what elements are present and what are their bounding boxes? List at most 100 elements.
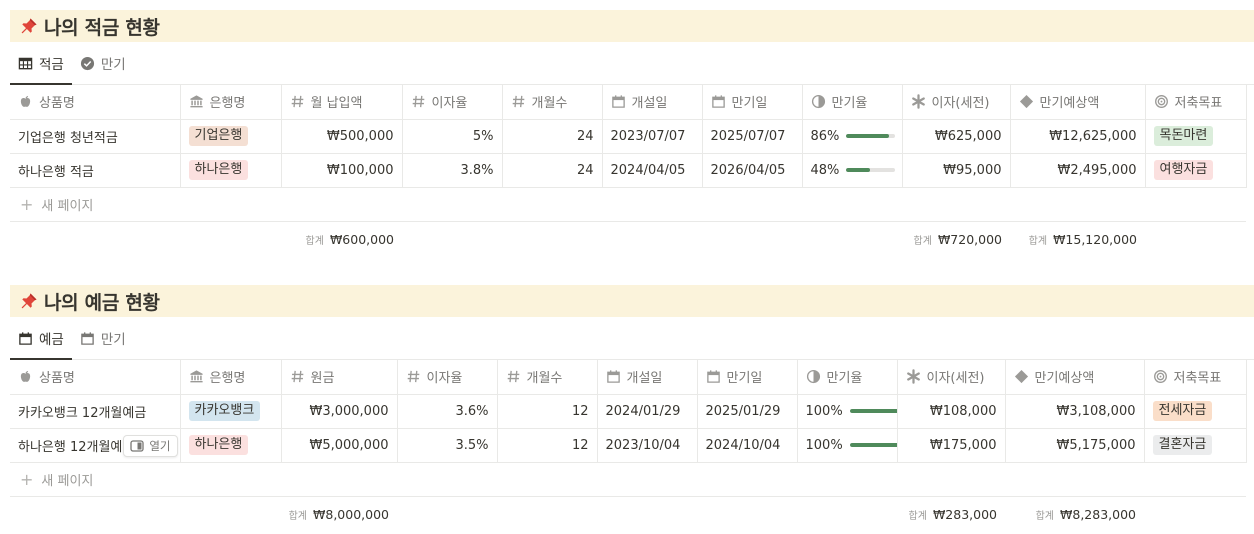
column-header-monthly[interactable]: 월 납입액 bbox=[281, 85, 403, 120]
savings-header-row: 상품명 은행명 월 납입액 이자율 개월수 개설일 만기일 만기율 이자(세전)… bbox=[10, 85, 1247, 120]
column-header-name[interactable]: 상품명 bbox=[10, 85, 181, 120]
new-page-button[interactable]: + 새 페이지 bbox=[10, 188, 1246, 222]
cell-progress[interactable]: 86% bbox=[802, 119, 903, 154]
column-header-progress[interactable]: 만기율 bbox=[797, 360, 898, 395]
cell-goal[interactable]: 결혼자금 bbox=[1144, 428, 1247, 463]
cell-rate[interactable]: 3.5% bbox=[397, 428, 498, 463]
asterisk-icon bbox=[906, 369, 921, 384]
cell-maturity-date[interactable]: 2025/01/29 bbox=[697, 394, 798, 429]
open-panel-icon bbox=[130, 439, 144, 453]
tab-savings[interactable]: 적금 bbox=[10, 42, 72, 85]
cell-open-date[interactable]: 2023/07/07 bbox=[602, 119, 703, 154]
calendar-icon bbox=[606, 369, 621, 384]
table-row[interactable]: 하나은행 적금 하나은행 ₩100,000 3.8% 24 2024/04/05… bbox=[10, 153, 1247, 188]
cell-name[interactable]: 하나은행 12개월예금 열기 bbox=[10, 428, 181, 463]
progress-fill bbox=[846, 168, 870, 172]
cell-open-date[interactable]: 2024/04/05 bbox=[602, 153, 703, 188]
pie-chart-icon bbox=[811, 94, 826, 109]
column-header-maturity-date[interactable]: 만기일 bbox=[702, 85, 803, 120]
cell-rate[interactable]: 3.6% bbox=[397, 394, 498, 429]
cell-name[interactable]: 기업은행 청년적금 bbox=[10, 119, 181, 154]
column-header-rate[interactable]: 이자율 bbox=[397, 360, 498, 395]
column-header-months[interactable]: 개월수 bbox=[502, 85, 603, 120]
cell-expected[interactable]: ₩3,108,000 bbox=[1005, 394, 1145, 429]
cell-open-date[interactable]: 2023/10/04 bbox=[597, 428, 698, 463]
column-header-months[interactable]: 개월수 bbox=[497, 360, 598, 395]
deposits-section: 나의 예금 현황 예금 만기 상품명 은행명 원금 이자율 개월수 개설일 만기… bbox=[10, 285, 1254, 532]
hash-icon bbox=[511, 94, 526, 109]
goal-tag: 결혼자금 bbox=[1152, 435, 1213, 455]
cell-goal[interactable]: 목돈마련 bbox=[1145, 119, 1247, 154]
column-header-principal[interactable]: 원금 bbox=[281, 360, 398, 395]
cell-expected[interactable]: ₩2,495,000 bbox=[1010, 153, 1146, 188]
apple-icon bbox=[18, 94, 33, 109]
cell-principal[interactable]: ₩5,000,000 bbox=[281, 428, 398, 463]
cell-interest[interactable]: ₩108,000 bbox=[897, 394, 1006, 429]
cell-maturity-date[interactable]: 2025/07/07 bbox=[702, 119, 803, 154]
column-header-bank[interactable]: 은행명 bbox=[180, 360, 282, 395]
cell-name[interactable]: 카카오뱅크 12개월예금 bbox=[10, 394, 181, 429]
tab-deposits-maturity[interactable]: 만기 bbox=[72, 317, 134, 359]
cell-interest[interactable]: ₩175,000 bbox=[897, 428, 1006, 463]
cell-expected[interactable]: ₩5,175,000 bbox=[1005, 428, 1145, 463]
progress-text: 48% bbox=[810, 162, 840, 178]
sum-interest[interactable]: 합계 ₩720,000 bbox=[902, 222, 1010, 257]
sum-principal[interactable]: 합계 ₩8,000,000 bbox=[281, 497, 397, 532]
cell-name[interactable]: 하나은행 적금 bbox=[10, 153, 181, 188]
progress-bar bbox=[849, 443, 896, 447]
sum-expected[interactable]: 합계 ₩8,283,000 bbox=[1005, 497, 1144, 532]
column-header-progress[interactable]: 만기율 bbox=[802, 85, 903, 120]
cell-progress[interactable]: 100% bbox=[797, 394, 898, 429]
sum-expected[interactable]: 합계 ₩15,120,000 bbox=[1010, 222, 1145, 257]
cell-months[interactable]: 24 bbox=[502, 119, 603, 154]
column-header-maturity-date[interactable]: 만기일 bbox=[697, 360, 798, 395]
column-header-rate[interactable]: 이자율 bbox=[402, 85, 503, 120]
cell-goal[interactable]: 여행자금 bbox=[1145, 153, 1247, 188]
table-row[interactable]: 카카오뱅크 12개월예금 카카오뱅크 ₩3,000,000 3.6% 12 20… bbox=[10, 394, 1247, 429]
cell-maturity-date[interactable]: 2026/04/05 bbox=[702, 153, 803, 188]
column-header-bank[interactable]: 은행명 bbox=[180, 85, 282, 120]
column-header-interest[interactable]: 이자(세전) bbox=[902, 85, 1011, 120]
progress-text: 86% bbox=[810, 128, 840, 144]
cell-bank[interactable]: 기업은행 bbox=[180, 119, 282, 154]
column-header-expected[interactable]: 만기예상액 bbox=[1005, 360, 1145, 395]
sum-monthly[interactable]: 합계 ₩600,000 bbox=[281, 222, 402, 257]
column-header-interest[interactable]: 이자(세전) bbox=[897, 360, 1006, 395]
cell-monthly[interactable]: ₩500,000 bbox=[281, 119, 403, 154]
cell-months[interactable]: 12 bbox=[497, 394, 598, 429]
cell-rate[interactable]: 3.8% bbox=[402, 153, 503, 188]
cell-goal[interactable]: 전세자금 bbox=[1144, 394, 1247, 429]
column-header-expected[interactable]: 만기예상액 bbox=[1010, 85, 1146, 120]
open-page-button[interactable]: 열기 bbox=[123, 434, 178, 457]
sum-interest[interactable]: 합계 ₩283,000 bbox=[897, 497, 1005, 532]
cell-progress[interactable]: 48% bbox=[802, 153, 903, 188]
cell-open-date[interactable]: 2024/01/29 bbox=[597, 394, 698, 429]
column-header-open-date[interactable]: 개설일 bbox=[602, 85, 703, 120]
tab-savings-maturity[interactable]: 만기 bbox=[72, 42, 134, 84]
cell-interest[interactable]: ₩625,000 bbox=[902, 119, 1011, 154]
progress-text: 100% bbox=[805, 403, 843, 419]
cell-months[interactable]: 24 bbox=[502, 153, 603, 188]
cell-expected[interactable]: ₩12,625,000 bbox=[1010, 119, 1146, 154]
column-header-goal[interactable]: 저축목표 bbox=[1145, 85, 1247, 120]
cell-interest[interactable]: ₩95,000 bbox=[902, 153, 1011, 188]
column-header-open-date[interactable]: 개설일 bbox=[597, 360, 698, 395]
table-row[interactable]: 하나은행 12개월예금 열기 하나은행 ₩5,000,000 3.5% 12 2… bbox=[10, 428, 1247, 463]
new-page-button[interactable]: + 새 페이지 bbox=[10, 463, 1246, 497]
cell-rate[interactable]: 5% bbox=[402, 119, 503, 154]
cell-months[interactable]: 12 bbox=[497, 428, 598, 463]
tab-deposits[interactable]: 예금 bbox=[10, 317, 72, 360]
cell-bank[interactable]: 하나은행 bbox=[180, 428, 282, 463]
cell-principal[interactable]: ₩3,000,000 bbox=[281, 394, 398, 429]
progress-text: 100% bbox=[805, 437, 843, 453]
column-header-goal[interactable]: 저축목표 bbox=[1144, 360, 1247, 395]
cell-progress[interactable]: 100% bbox=[797, 428, 898, 463]
cell-bank[interactable]: 카카오뱅크 bbox=[180, 394, 282, 429]
table-row[interactable]: 기업은행 청년적금 기업은행 ₩500,000 5% 24 2023/07/07… bbox=[10, 119, 1247, 154]
cell-bank[interactable]: 하나은행 bbox=[180, 153, 282, 188]
cell-maturity-date[interactable]: 2024/10/04 bbox=[697, 428, 798, 463]
cell-monthly[interactable]: ₩100,000 bbox=[281, 153, 403, 188]
deposits-summary-row: 합계 ₩8,000,000 합계 ₩283,000 합계 ₩8,283,000 bbox=[10, 497, 1254, 532]
deposits-callout: 나의 예금 현황 bbox=[10, 285, 1254, 317]
column-header-name[interactable]: 상품명 bbox=[10, 360, 181, 395]
